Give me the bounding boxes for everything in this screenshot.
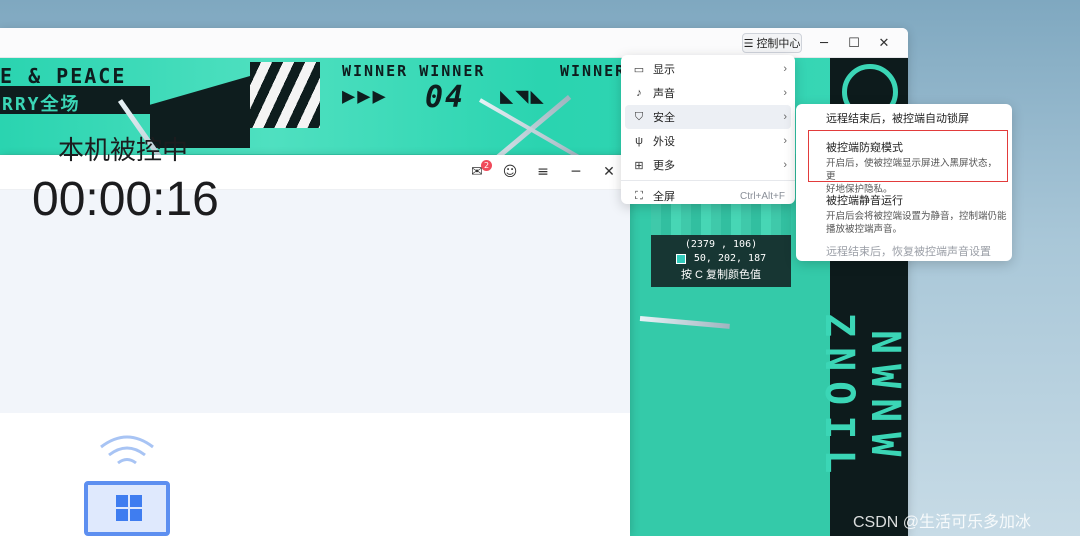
submenu-item-restore-sound: 远程结束后，恢复被控端声音设置 [826,243,1006,259]
grid-icon: ⊞ [634,159,644,172]
submenu-item-desc: 开启后会将被控端设置为静音，控制端仍能 [826,211,1007,222]
wallpaper-blade [639,316,730,329]
control-center-label: 控制中心 [756,37,801,50]
menu-item-sound[interactable]: ♪ 声音 › [621,81,795,105]
remote-window-titlebar: ☰ 控制中心 ─ ☐ ✕ [0,28,908,58]
session-timer: 00:00:16 [32,173,219,226]
banner-right-text: WINNER [560,62,627,80]
color-swatch [675,253,686,264]
chevron-right-icon: › [783,111,787,123]
menu-item-security[interactable]: ⛉ 安全 › [625,105,791,129]
fullscreen-icon: ⛶ [635,189,643,202]
menu-item-label: 更多 [653,160,675,172]
menu-item-label: 外设 [653,136,675,148]
menu-item-label: 安全 [653,112,675,124]
device-monitor-icon [84,481,170,536]
menu-item-fullscreen[interactable]: ⛶ 全屏 Ctrl+Alt+F [621,184,795,208]
usb-icon: ψ [635,135,643,147]
menu-icon[interactable]: ≡ [534,163,552,181]
wifi-icon [100,435,154,465]
submenu-item-desc: 播放被控端声音。 [826,224,903,235]
submenu-item-title: 远程结束后，恢复被控端声音设置 [826,246,991,258]
banner-left-top-text: E & PEACE [0,64,127,88]
banner-arrows: ▶▶▶ [342,84,388,109]
minimize-icon[interactable]: ─ [567,163,585,181]
menu-item-label: 显示 [653,64,675,76]
submenu-item-title: 被控端防窥模式 [826,142,903,154]
banner-chevrons: ◣◥◣ [500,84,546,109]
close-icon[interactable]: ✕ [600,163,618,181]
watermark: CSDN @生活可乐多加冰 [853,514,1032,531]
submenu-item-mute[interactable]: 被控端静音运行 开启后会将被控端设置为静音，控制端仍能 播放被控端声音。 [826,192,1010,236]
windows-logo-icon [116,495,142,521]
submenu-item-privacy-mode[interactable]: 被控端防窥模式 开启后，使被控端显示屏进入黑屏状态，更 好地保护隐私。 [826,139,1006,196]
control-center-menu: ▭ 显示 › ♪ 声音 › ⛉ 安全 › ψ 外设 › ⊞ 更多 › ⛶ 全屏 … [621,55,795,204]
speaker-icon: ♪ [636,87,642,99]
submenu-item-title: 被控端静音运行 [826,195,903,207]
banner-mid-bottom-text: 04 [425,80,466,115]
menu-item-label: 声音 [653,88,675,100]
chevron-right-icon: › [783,87,787,99]
menu-item-label: 全屏 [653,191,675,203]
submenu-item-desc: 开启后，使被控端显示屏进入黑屏状态，更 [826,158,998,182]
picker-rgb: 50, 202, 187 [693,253,767,264]
control-center-button[interactable]: ☰ 控制中心 [742,33,802,53]
security-submenu: 远程结束后，被控端自动锁屏 被控端防窥模式 开启后，使被控端显示屏进入黑屏状态，… [796,104,1012,261]
close-button[interactable]: ✕ [874,34,894,52]
menu-item-more[interactable]: ⊞ 更多 › [621,153,795,177]
monitor-icon: ▭ [633,63,645,76]
fullscreen-shortcut: Ctrl+Alt+F [739,190,785,202]
menu-item-peripherals[interactable]: ψ 外设 › [621,129,795,153]
chevron-right-icon: › [783,159,787,171]
minimize-button[interactable]: ─ [814,34,834,52]
color-picker-tooltip: (2379 , 106) 50, 202, 187 按 C 复制颜色值 [651,235,791,287]
mail-badge: 2 [481,160,492,171]
chevron-right-icon: › [783,135,787,147]
banner-mid-top-text: WINNER WINNER [342,62,486,80]
menu-item-display[interactable]: ▭ 显示 › [621,57,795,81]
control-center-icon: ☰ [743,36,754,50]
picker-coordinates: (2379 , 106) [684,239,758,250]
banner-left-bottom-text: RRY全场 [2,94,81,115]
picker-hint: 按 C 复制颜色值 [680,269,762,281]
maximize-button[interactable]: ☐ [844,34,864,52]
submenu-item-title: 远程结束后，被控端自动锁屏 [826,113,969,125]
menu-divider [621,180,795,181]
submenu-item-auto-lock[interactable]: 远程结束后，被控端自动锁屏 [826,110,1006,126]
banner-zigzag [250,62,320,128]
shield-icon: ⛉ [634,110,644,123]
chevron-right-icon: › [783,63,787,75]
status-label: 本机被控中 [58,135,189,165]
wallpaper-vertical-text: NWNW ZNOIL [816,312,908,484]
user-icon[interactable]: ☺ [501,163,519,181]
